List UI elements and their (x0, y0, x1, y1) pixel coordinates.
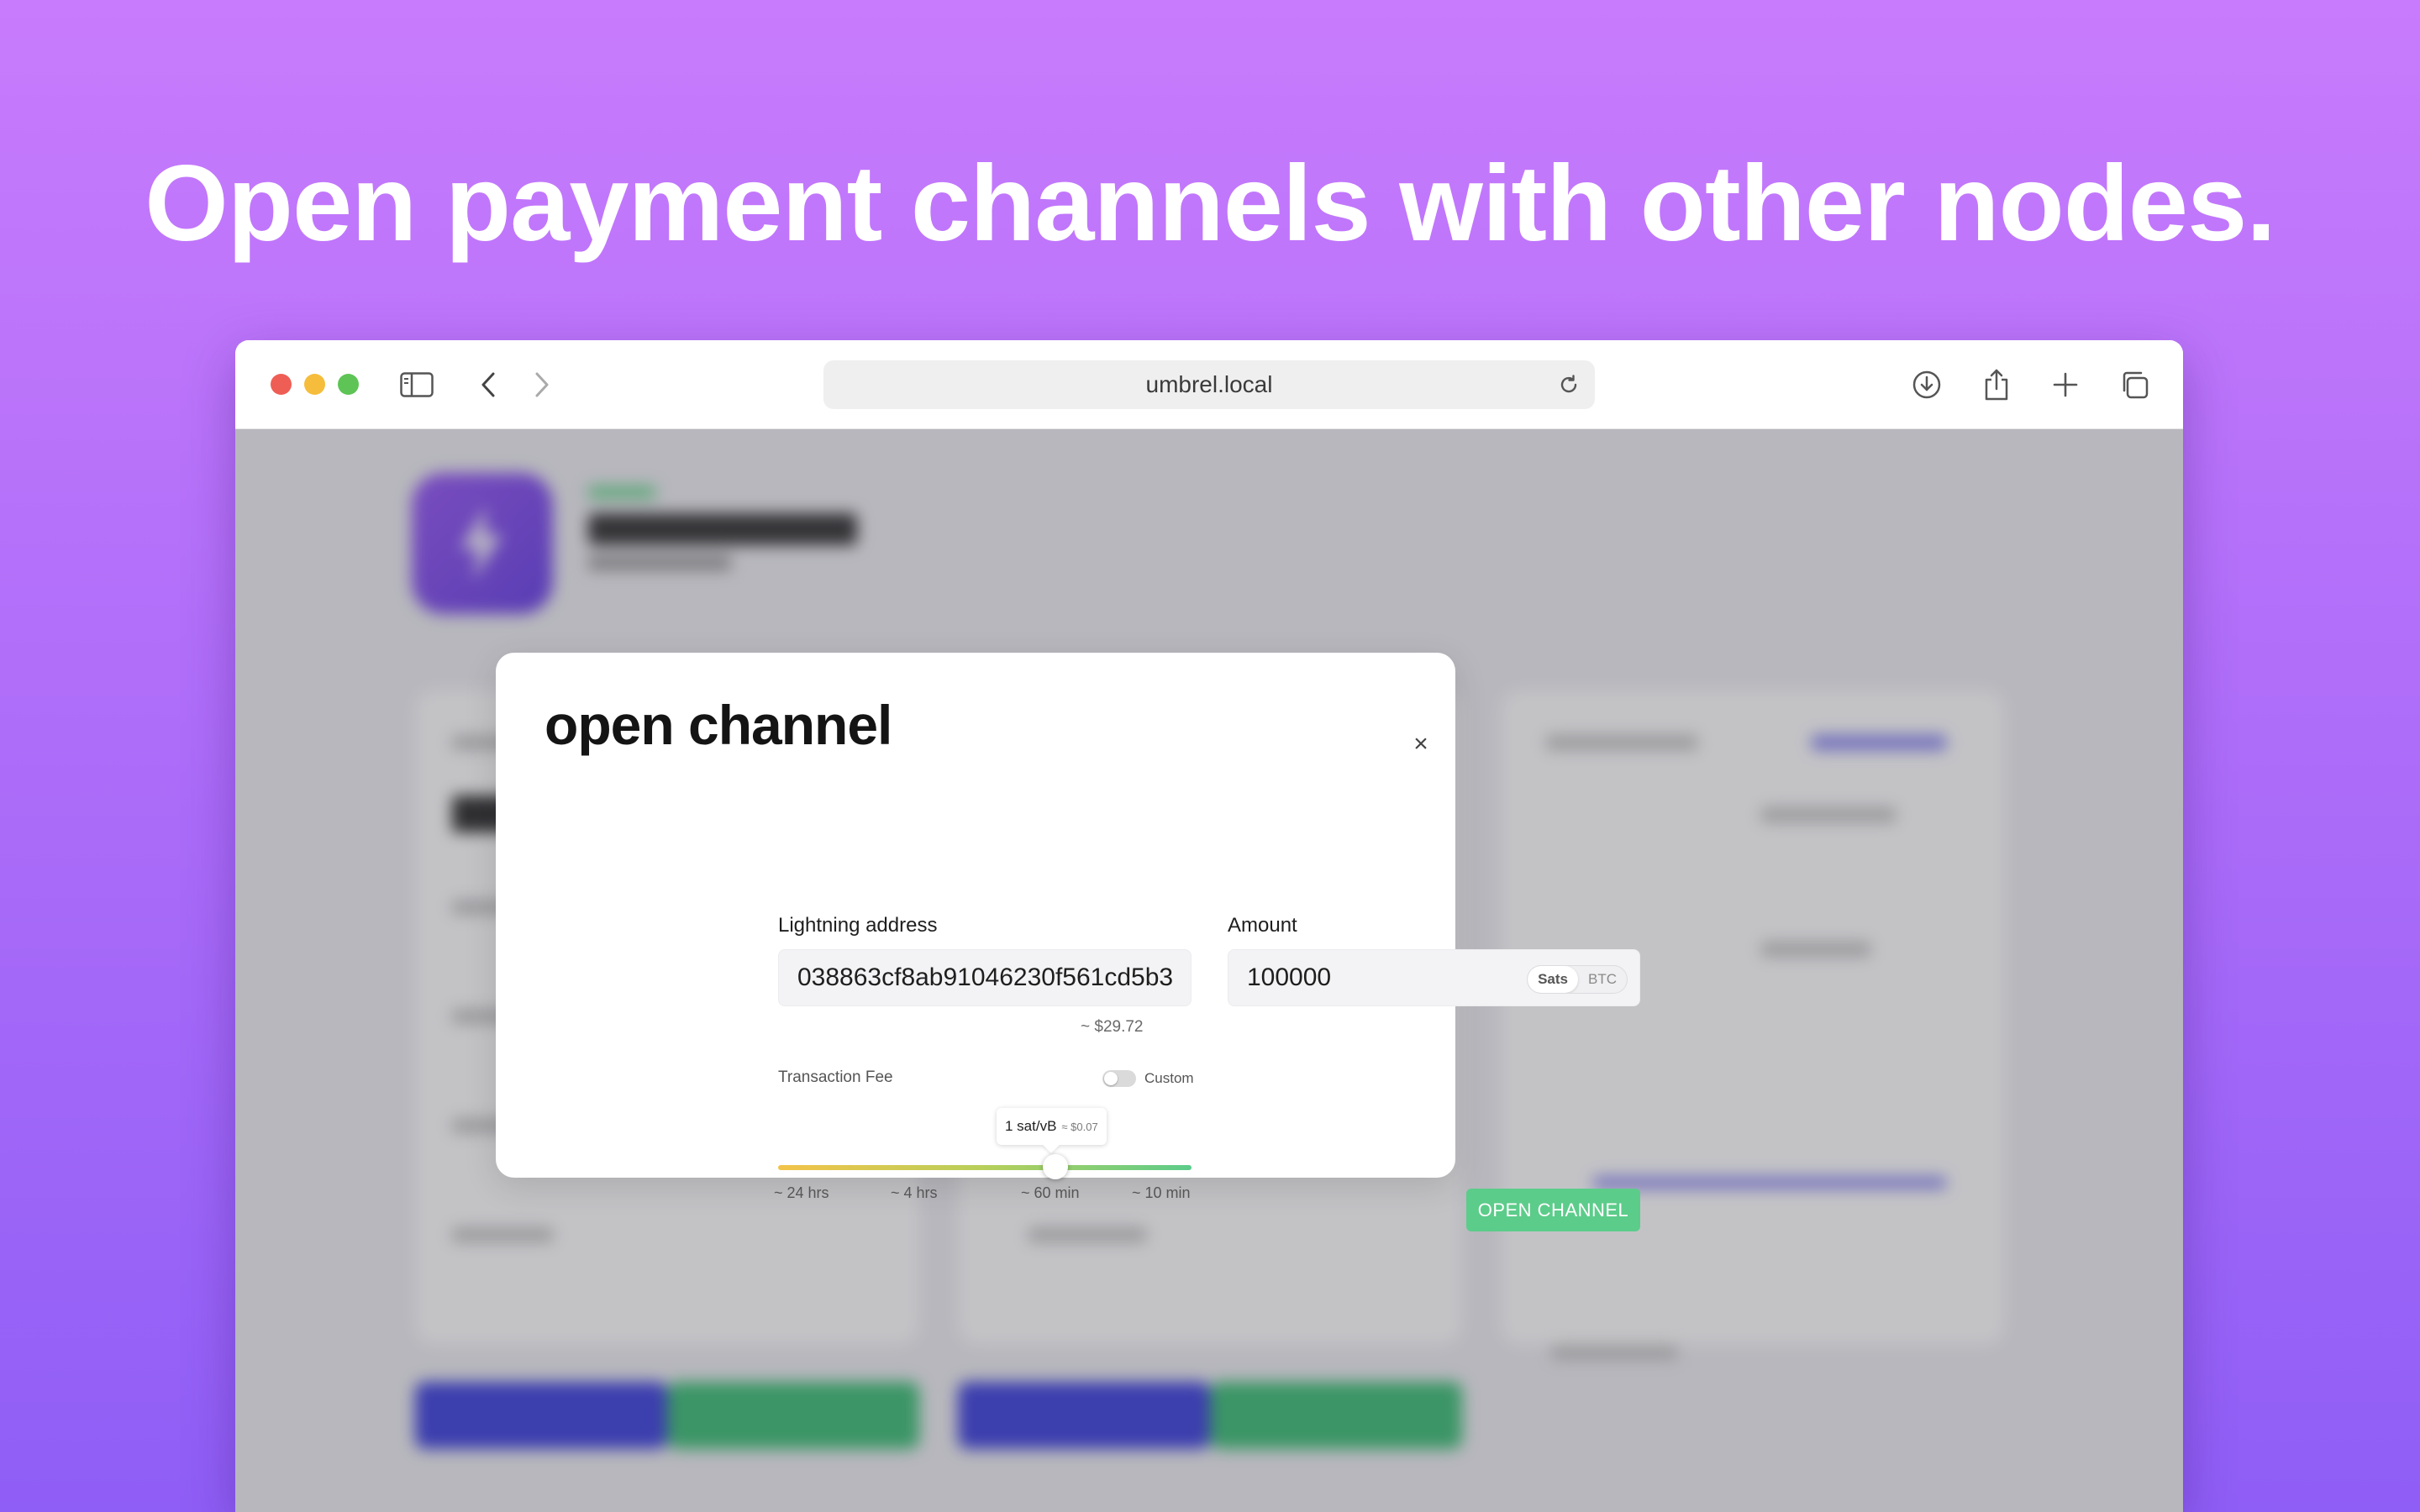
url-text: umbrel.local (1145, 371, 1273, 397)
modal-title: open channel (544, 694, 892, 756)
fee-slider-track[interactable] (778, 1165, 1192, 1170)
fee-rate: 1 sat/vB (1005, 1118, 1057, 1134)
tabs-overview-icon[interactable] (2115, 365, 2154, 404)
fee-usd: ≈ $0.07 (1061, 1120, 1098, 1133)
browser-toolbar: umbrel.local (235, 340, 2183, 429)
unit-option-btc[interactable]: BTC (1578, 966, 1627, 993)
fee-slider-thumb[interactable] (1042, 1154, 1068, 1179)
fee-tick-label: ~ 24 hrs (774, 1184, 829, 1201)
close-icon[interactable]: × (1408, 730, 1434, 758)
close-window-button[interactable] (271, 374, 292, 395)
amount-value: 100000 (1247, 963, 1332, 991)
lightning-address-input[interactable]: 038863cf8ab91046230f561cd5b3 (778, 949, 1192, 1006)
custom-fee-label: Custom (1144, 1070, 1194, 1086)
lightning-address-value: 038863cf8ab91046230f561cd5b3 (797, 963, 1174, 991)
fee-tick-label: ~ 10 min (1132, 1184, 1191, 1201)
transaction-fee-label: Transaction Fee (778, 1068, 893, 1086)
address-bar[interactable]: umbrel.local (823, 360, 1595, 409)
download-icon[interactable] (1907, 365, 1946, 404)
fee-tick-label: ~ 60 min (1021, 1184, 1080, 1201)
headline: Open payment channels with other nodes. (145, 144, 2276, 264)
share-icon[interactable] (1977, 365, 2016, 404)
amount-label: Amount (1228, 914, 1297, 937)
fee-tick-label: ~ 4 hrs (891, 1184, 938, 1201)
custom-fee-toggle[interactable] (1102, 1070, 1136, 1087)
lightning-address-label: Lightning address (778, 914, 938, 937)
back-icon[interactable] (469, 365, 508, 404)
fee-tooltip: 1 sat/vB ≈ $0.07 (997, 1108, 1107, 1145)
forward-icon[interactable] (523, 365, 561, 404)
minimize-window-button[interactable] (304, 374, 325, 395)
open-channel-modal: open channel × (496, 653, 1455, 1178)
fiat-estimate: ~ $29.72 (1081, 1018, 1144, 1036)
custom-fee-control: Custom (1102, 1070, 1194, 1087)
new-tab-icon[interactable] (2046, 365, 2085, 404)
unit-option-sats[interactable]: Sats (1528, 966, 1578, 993)
zoom-window-button[interactable] (338, 374, 359, 395)
amount-input[interactable]: 100000 Sats BTC (1228, 949, 1640, 1006)
open-channel-button[interactable]: OPEN CHANNEL (1466, 1189, 1640, 1231)
unit-toggle[interactable]: Sats BTC (1527, 965, 1628, 994)
sidebar-icon[interactable] (397, 365, 436, 404)
reload-icon[interactable] (1555, 370, 1583, 399)
